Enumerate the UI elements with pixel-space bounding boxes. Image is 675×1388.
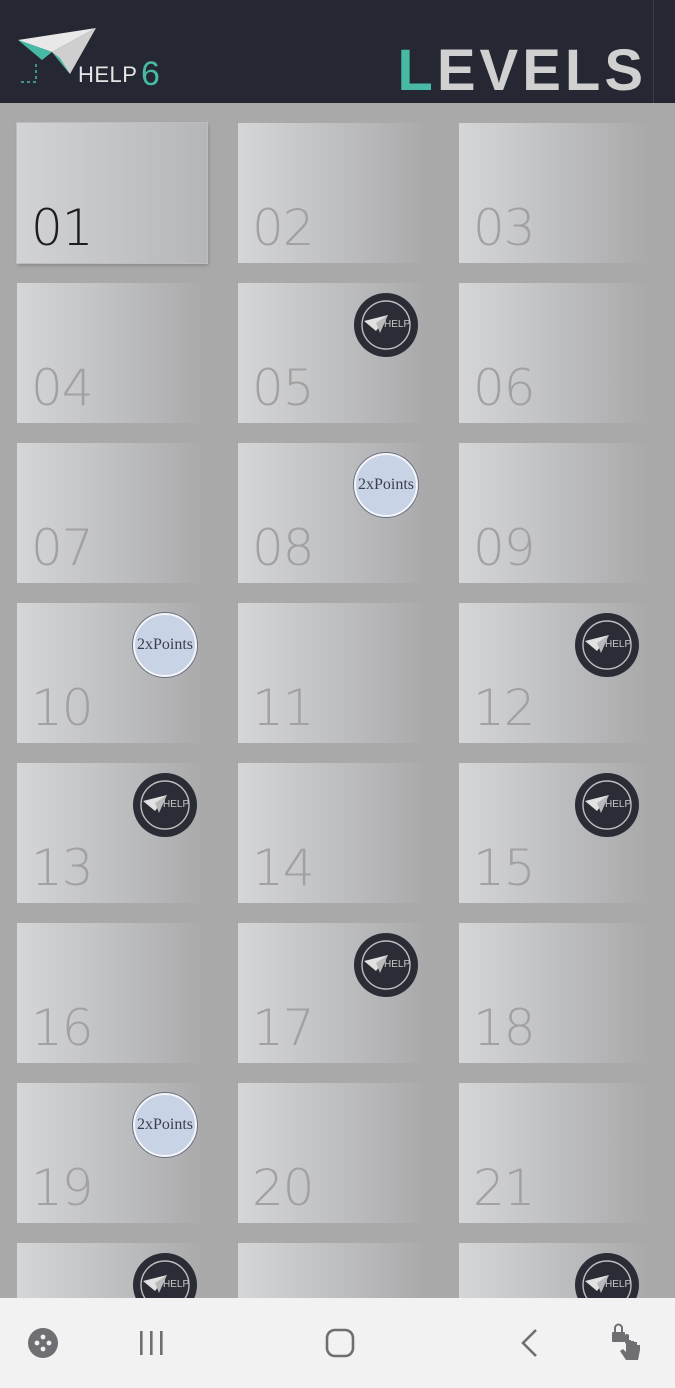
top-bar: HELP 6 LEVELS: [0, 0, 675, 103]
double-points-badge: 2xPoints: [133, 613, 197, 677]
level-tile[interactable]: 14: [238, 763, 428, 903]
level-number: 09: [473, 519, 536, 577]
level-number: 05: [252, 359, 315, 417]
level-number: 11: [252, 679, 315, 737]
title-rest: EVELS: [436, 38, 647, 103]
level-tile[interactable]: 08 2xPoints: [238, 443, 428, 583]
level-number: 17: [252, 999, 315, 1057]
level-number: 15: [473, 839, 536, 897]
header-divider: [653, 0, 654, 103]
level-tile[interactable]: 20: [238, 1083, 428, 1223]
level-tile[interactable]: 11: [238, 603, 428, 743]
level-tile[interactable]: 10 2xPoints: [17, 603, 207, 743]
page-title: LEVELS: [397, 42, 647, 100]
level-number: 16: [31, 999, 94, 1057]
game-launcher-icon[interactable]: [20, 1320, 66, 1366]
recent-apps-icon[interactable]: [129, 1320, 175, 1366]
home-icon[interactable]: [317, 1320, 363, 1366]
double-points-label: 2xPoints: [136, 1116, 193, 1133]
level-tile[interactable]: 13 HELP: [17, 763, 207, 903]
paper-plane-ring-icon: [140, 1260, 190, 1298]
level-tile[interactable]: 21: [459, 1083, 649, 1223]
help-badge-label: HELP: [163, 799, 190, 810]
level-number: 08: [252, 519, 315, 577]
level-tile[interactable]: 01: [17, 123, 207, 263]
level-tile[interactable]: HELP: [459, 1243, 649, 1298]
level-number: 07: [31, 519, 94, 577]
help-count: 6: [141, 55, 160, 93]
level-tile[interactable]: 05 HELP: [238, 283, 428, 423]
level-tile[interactable]: 17 HELP: [238, 923, 428, 1063]
help-badge: HELP: [133, 773, 197, 837]
level-tile[interactable]: 12 HELP: [459, 603, 649, 743]
level-number: 18: [473, 999, 536, 1057]
level-tile[interactable]: 07: [17, 443, 207, 583]
help-label: HELP: [78, 62, 138, 87]
level-tile[interactable]: 19 2xPoints: [17, 1083, 207, 1223]
level-tile[interactable]: 06: [459, 283, 649, 423]
help-badge: HELP: [133, 1253, 197, 1298]
level-tile[interactable]: 09: [459, 443, 649, 583]
level-tile[interactable]: HELP: [17, 1243, 207, 1298]
system-navigation-bar: [0, 1298, 675, 1388]
level-number: 14: [252, 839, 315, 897]
level-tile[interactable]: 02: [238, 123, 428, 263]
title-first-letter: L: [397, 38, 437, 103]
level-number: 20: [252, 1159, 315, 1217]
help-badge: HELP: [575, 1253, 639, 1298]
help-badge: HELP: [354, 933, 418, 997]
help-badge-label: HELP: [384, 959, 411, 970]
level-number: 02: [252, 199, 315, 257]
touch-lock-icon[interactable]: [606, 1320, 652, 1366]
double-points-badge: 2xPoints: [133, 1093, 197, 1157]
help-badge: HELP: [575, 773, 639, 837]
level-number: 12: [473, 679, 536, 737]
level-tile[interactable]: 04: [17, 283, 207, 423]
help-badge-label: HELP: [605, 639, 632, 650]
level-number: 13: [31, 839, 94, 897]
level-number: 06: [473, 359, 536, 417]
level-tile[interactable]: 16: [17, 923, 207, 1063]
level-number: 19: [31, 1159, 94, 1217]
level-tile[interactable]: 15 HELP: [459, 763, 649, 903]
help-badge: HELP: [575, 613, 639, 677]
help-badge-label: HELP: [605, 1279, 632, 1290]
help-badge-label: HELP: [163, 1279, 190, 1290]
double-points-badge: 2xPoints: [354, 453, 418, 517]
help-badge: HELP: [354, 293, 418, 357]
level-number: 21: [473, 1159, 536, 1217]
level-tile[interactable]: 18: [459, 923, 649, 1063]
double-points-label: 2xPoints: [136, 636, 193, 653]
level-grid: 01 02 03 04 05 HELP 06 07 08 2xPoints 09 10 2xPoints…: [0, 103, 675, 1298]
double-points-label: 2xPoints: [357, 476, 414, 493]
level-number: 04: [31, 359, 94, 417]
level-number: 10: [31, 679, 94, 737]
help-badge-label: HELP: [384, 319, 411, 330]
level-tile[interactable]: 03: [459, 123, 649, 263]
level-number: 01: [31, 199, 94, 257]
level-tile[interactable]: [238, 1243, 428, 1298]
paper-plane-ring-icon: [582, 1260, 632, 1298]
level-number: 03: [473, 199, 536, 257]
back-icon[interactable]: [507, 1320, 553, 1366]
help-badge-label: HELP: [605, 799, 632, 810]
